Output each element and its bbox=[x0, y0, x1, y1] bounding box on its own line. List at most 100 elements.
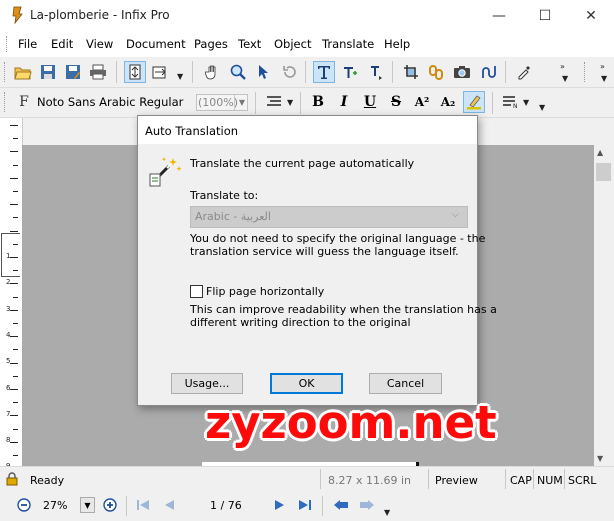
subscript-button[interactable]: A₂ bbox=[437, 91, 459, 113]
save-as-icon[interactable] bbox=[62, 61, 84, 83]
ruler-tick bbox=[13, 376, 18, 377]
ruler-tick bbox=[13, 217, 18, 218]
eyedropper-icon[interactable] bbox=[513, 61, 535, 83]
toolbar-grip bbox=[4, 62, 8, 82]
language-note-line1: You do not need to specify the original … bbox=[190, 232, 486, 245]
zoom-in-icon[interactable] bbox=[103, 498, 117, 512]
chevron-down-icon[interactable]: ▼ bbox=[523, 98, 529, 107]
ruler-tick bbox=[13, 191, 18, 192]
dialog-heading: Translate the current page automatically bbox=[190, 157, 415, 170]
close-window-button[interactable]: ✕ bbox=[568, 0, 614, 31]
font-name-display[interactable]: Noto Sans Arabic Regular bbox=[37, 95, 183, 109]
toolbar-separator bbox=[255, 92, 256, 114]
strikethrough-button[interactable]: S bbox=[385, 91, 407, 113]
menu-text[interactable]: Text bbox=[238, 37, 261, 51]
toolbar-overflow-chevron-icon[interactable]: ▼ bbox=[539, 103, 545, 112]
ruler-tick bbox=[10, 336, 18, 337]
ruler-tick bbox=[10, 415, 18, 416]
hand-tool-icon[interactable] bbox=[202, 61, 224, 83]
insert-text-icon[interactable] bbox=[339, 61, 361, 83]
curve-path-icon[interactable] bbox=[478, 61, 500, 83]
scroll-up-icon[interactable]: ▲ bbox=[597, 148, 603, 157]
fit-width-icon[interactable] bbox=[149, 61, 171, 83]
rotate-icon[interactable] bbox=[278, 61, 300, 83]
translate-to-label: Translate to: bbox=[190, 189, 259, 202]
italic-button[interactable]: I bbox=[333, 91, 355, 113]
toolbar-overflow-chevron-icon[interactable]: ▼ bbox=[562, 74, 568, 83]
crop-icon[interactable] bbox=[400, 61, 422, 83]
minimize-button[interactable]: — bbox=[476, 0, 522, 31]
underline-button[interactable]: U bbox=[359, 91, 381, 113]
toolbar-separator bbox=[505, 61, 506, 83]
scrollbar-thumb[interactable] bbox=[596, 163, 611, 181]
menu-translate[interactable]: Translate bbox=[322, 37, 374, 51]
ruler-tick bbox=[10, 283, 18, 284]
ruler-tick bbox=[10, 151, 18, 152]
dialog-title: Auto Translation bbox=[145, 124, 239, 138]
zoom-out-icon[interactable] bbox=[17, 498, 31, 512]
zoom-value[interactable]: 27% bbox=[43, 499, 67, 512]
flip-page-label[interactable]: Flip page horizontally bbox=[206, 285, 324, 299]
zoom-tool-icon[interactable] bbox=[227, 61, 249, 83]
zoom-dropdown-icon[interactable]: ▼ bbox=[80, 497, 95, 513]
toolbar-separator bbox=[322, 496, 323, 516]
menu-document[interactable]: Document bbox=[126, 37, 186, 51]
font-scale-value: (100%) bbox=[198, 96, 239, 109]
page-counter[interactable]: 1 / 76 bbox=[210, 499, 242, 512]
scroll-down-icon[interactable]: ▼ bbox=[597, 454, 603, 463]
flip-page-checkbox[interactable] bbox=[190, 285, 203, 298]
usage-button[interactable]: Usage... bbox=[171, 373, 243, 394]
bold-button[interactable]: B bbox=[307, 91, 329, 113]
highlighter-icon[interactable] bbox=[463, 91, 485, 113]
chevron-down-icon[interactable]: ▼ bbox=[177, 72, 183, 81]
toolbar-overflow-chevron-icon[interactable]: ▼ bbox=[601, 74, 607, 83]
text-flow-icon[interactable] bbox=[365, 61, 387, 83]
text-tool-icon[interactable] bbox=[313, 61, 335, 83]
font-icon: F bbox=[19, 94, 29, 110]
camera-icon[interactable] bbox=[451, 61, 473, 83]
previous-page-icon[interactable] bbox=[163, 499, 175, 511]
ok-button[interactable]: OK bbox=[270, 373, 343, 394]
last-page-icon[interactable] bbox=[298, 499, 312, 511]
menu-object[interactable]: Object bbox=[274, 37, 311, 51]
print-icon[interactable] bbox=[87, 61, 109, 83]
cancel-button[interactable]: Cancel bbox=[369, 373, 442, 394]
ruler-tick bbox=[10, 310, 18, 311]
menu-help[interactable]: Help bbox=[384, 37, 410, 51]
toolbar-grip bbox=[4, 92, 8, 112]
toolbar-separator bbox=[116, 61, 117, 83]
save-icon[interactable] bbox=[37, 61, 59, 83]
back-icon[interactable] bbox=[333, 499, 349, 511]
menu-view[interactable]: View bbox=[86, 37, 113, 51]
forward-icon[interactable] bbox=[359, 499, 375, 511]
menu-grip bbox=[6, 36, 10, 52]
first-page-icon[interactable] bbox=[136, 499, 150, 511]
superscript-button[interactable]: A² bbox=[411, 91, 433, 113]
link-chain-icon[interactable] bbox=[425, 61, 447, 83]
menu-file[interactable]: File bbox=[18, 37, 37, 51]
line-spacing-icon[interactable]: N bbox=[500, 91, 522, 113]
toolbar-overflow-icon: » bbox=[560, 62, 565, 71]
chevron-down-icon[interactable]: ⌵ bbox=[452, 210, 459, 220]
status-page-size: 8.27 x 11.69 in bbox=[328, 474, 412, 487]
ruler-tick bbox=[10, 389, 18, 390]
fit-height-icon[interactable] bbox=[124, 61, 146, 83]
ruler-tick bbox=[13, 429, 18, 430]
open-folder-icon[interactable] bbox=[12, 61, 34, 83]
ruler-label: 5 bbox=[6, 357, 11, 365]
status-ready: Ready bbox=[30, 474, 65, 487]
chevron-down-icon[interactable]: ▼ bbox=[384, 508, 390, 517]
select-arrow-icon[interactable] bbox=[252, 61, 274, 83]
vertical-scrollbar[interactable] bbox=[594, 145, 614, 466]
menu-edit[interactable]: Edit bbox=[51, 37, 73, 51]
chevron-down-icon[interactable]: ▼ bbox=[287, 98, 293, 107]
toolbar-overflow-icon: » bbox=[600, 62, 605, 71]
chevron-down-icon[interactable]: ▼ bbox=[234, 95, 249, 110]
next-page-icon[interactable] bbox=[274, 499, 286, 511]
maximize-button[interactable]: ☐ bbox=[522, 0, 568, 31]
menu-pages[interactable]: Pages bbox=[194, 37, 228, 51]
align-lines-icon[interactable] bbox=[263, 91, 285, 113]
menu-bar: File Edit View Document Pages Text Objec… bbox=[0, 31, 614, 58]
toolbar-separator bbox=[192, 61, 193, 83]
status-cap: CAP bbox=[510, 474, 532, 487]
